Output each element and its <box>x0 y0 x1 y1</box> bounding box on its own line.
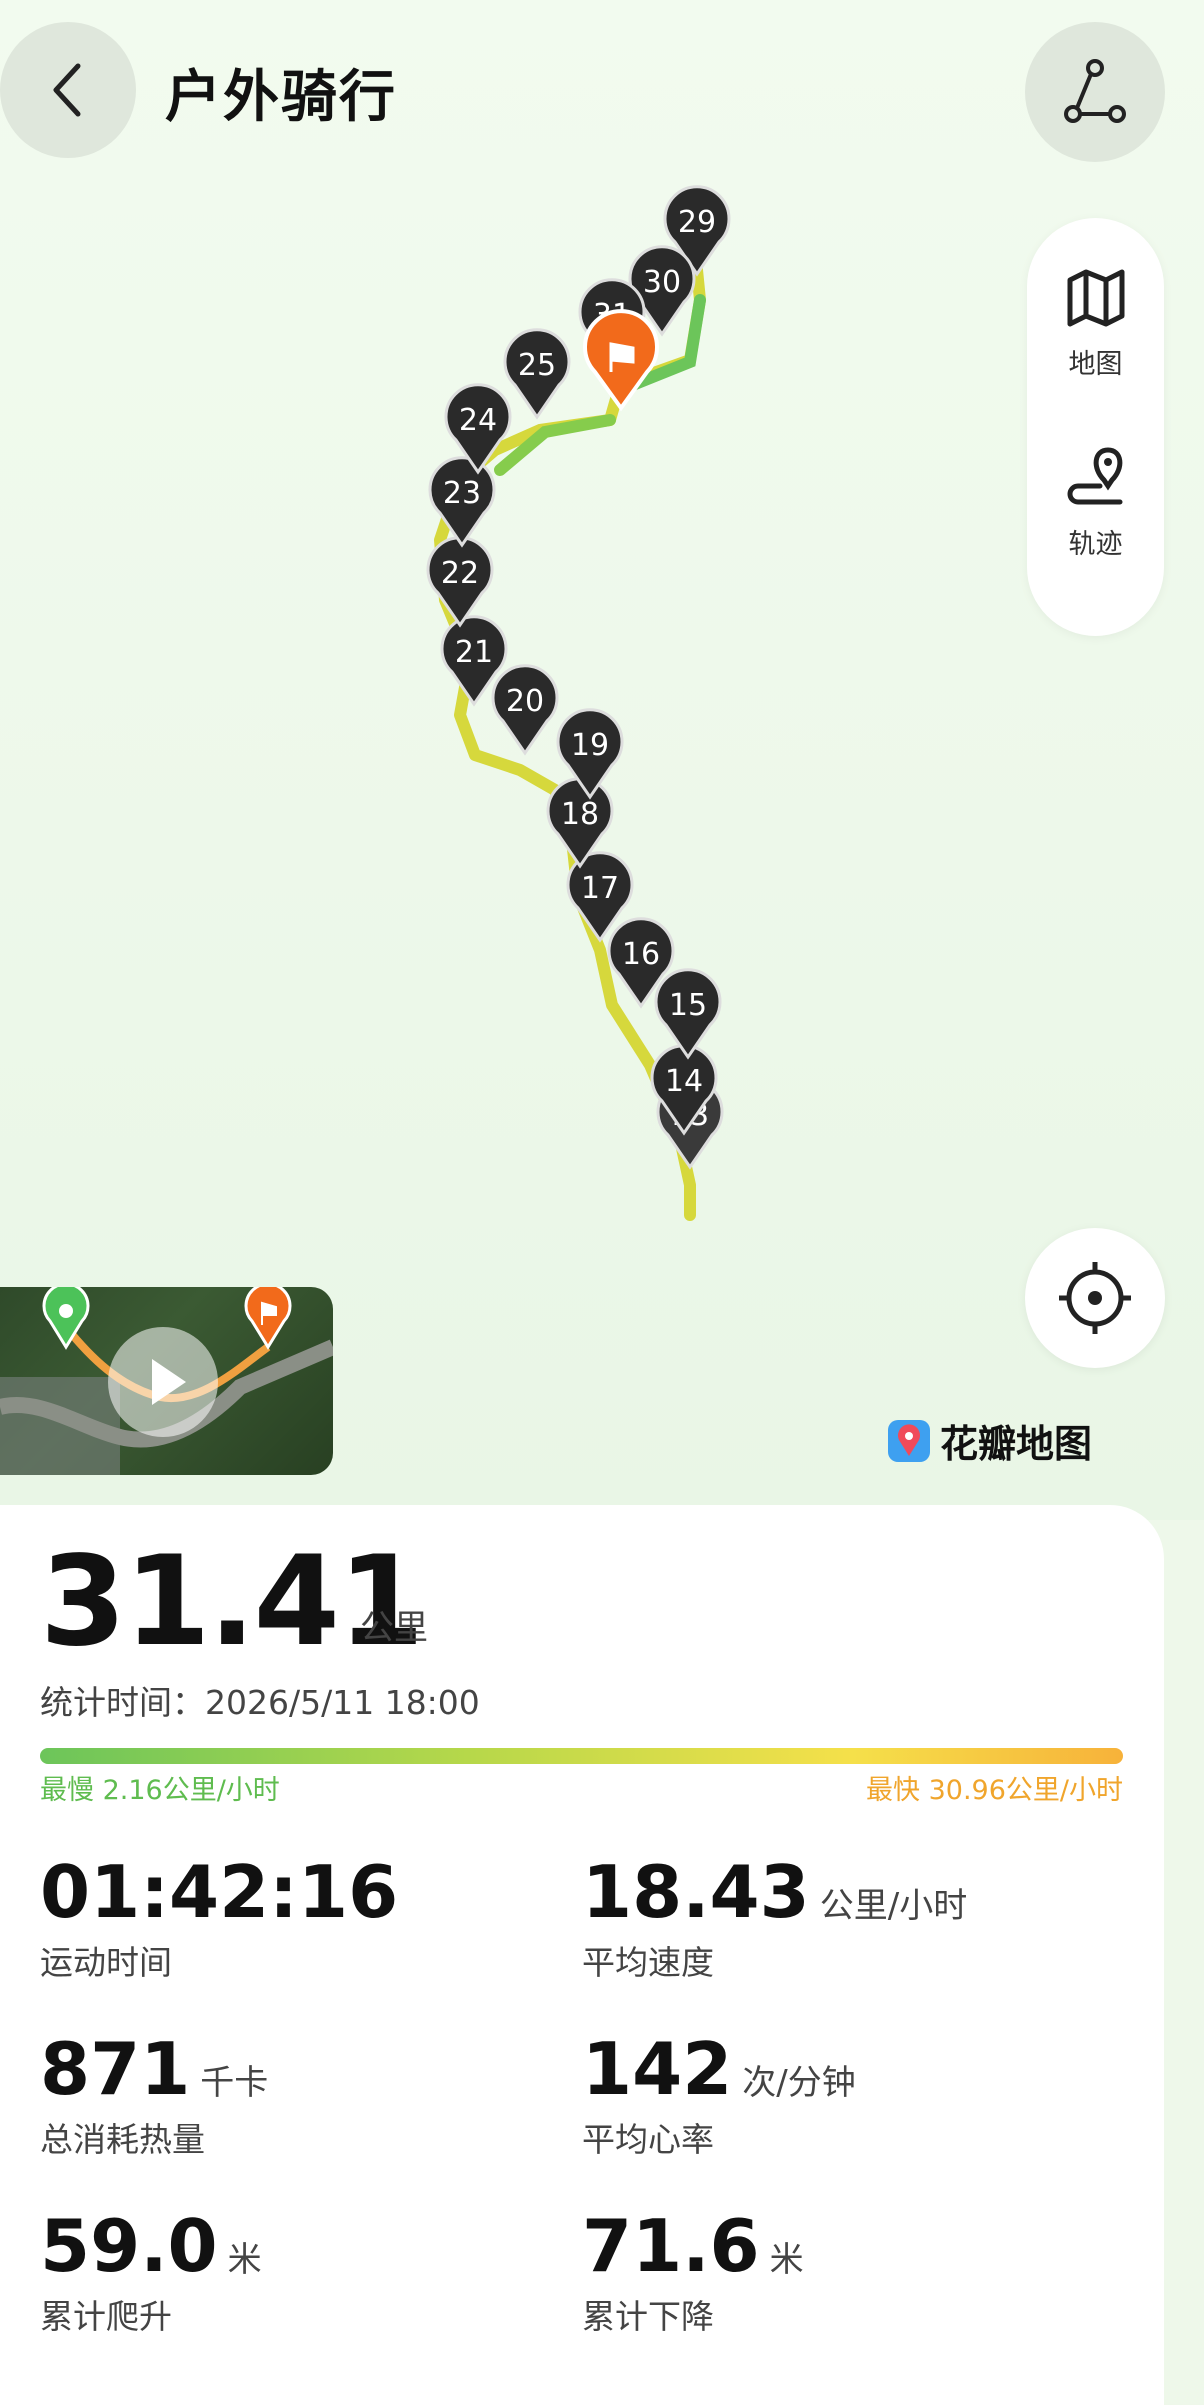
metric-descent: 71.6 米 累计下降 <box>582 2204 804 2338</box>
metric-label: 平均速度 <box>582 1943 714 1982</box>
svg-text:19: 19 <box>571 728 609 763</box>
metric-value: 59.0 <box>40 2204 218 2288</box>
svg-text:17: 17 <box>581 871 619 906</box>
play-icon <box>152 1359 186 1405</box>
svg-text:16: 16 <box>622 937 660 972</box>
end-flag-marker[interactable] <box>583 309 659 412</box>
km-marker[interactable]: 23 <box>428 456 496 548</box>
route-share-button[interactable] <box>1025 22 1165 162</box>
map-layer-button[interactable]: 地图 <box>1027 266 1164 381</box>
metric-label: 平均心率 <box>582 2120 714 2159</box>
track-label: 轨迹 <box>1068 529 1123 560</box>
crosshair-icon <box>1059 1262 1131 1334</box>
svg-text:23: 23 <box>443 476 481 511</box>
metric-value: 871 <box>40 2027 191 2111</box>
stat-time: 统计时间：2026/5/11 18:00 <box>40 1683 480 1722</box>
svg-text:20: 20 <box>506 684 544 719</box>
speed-gradient-bar <box>40 1748 1123 1764</box>
svg-text:29: 29 <box>678 205 716 240</box>
metric-unit: 次/分钟 <box>742 2063 856 2103</box>
svg-text:22: 22 <box>441 556 479 591</box>
track-button[interactable]: 轨迹 <box>1027 446 1164 561</box>
metric-unit: 米 <box>227 2240 262 2280</box>
slowest-speed: 最慢 2.16公里/小时 <box>40 1775 280 1806</box>
map-icon <box>1067 269 1124 327</box>
svg-text:18: 18 <box>561 797 599 832</box>
metric-ascent: 59.0 米 累计爬升 <box>40 2204 262 2338</box>
track-pin-icon <box>1067 447 1122 505</box>
play-button[interactable] <box>108 1327 218 1437</box>
km-marker[interactable]: 25 <box>503 328 571 420</box>
map-label: 地图 <box>1068 349 1123 380</box>
svg-text:15: 15 <box>669 988 707 1023</box>
metric-value: 71.6 <box>582 2204 760 2288</box>
svg-text:24: 24 <box>459 403 497 438</box>
km-marker[interactable]: 22 <box>426 536 494 628</box>
metric-label: 累计下降 <box>582 2297 714 2336</box>
metric-value: 18.43 <box>582 1850 810 1934</box>
svg-text:25: 25 <box>518 348 556 383</box>
map-side-panel: 地图 轨迹 <box>1027 218 1164 636</box>
svg-text:30: 30 <box>643 265 681 300</box>
metric-unit: 千卡 <box>200 2063 269 2103</box>
distance-unit: 公里 <box>360 1608 428 1648</box>
brand-name: 花瓣地图 <box>940 1422 1093 1466</box>
metric-duration: 01:42:16 运动时间 <box>40 1850 408 1984</box>
petal-maps-logo-icon <box>888 1419 930 1462</box>
end-flag-icon <box>244 1287 292 1350</box>
metric-value: 142 <box>582 2027 733 2111</box>
metric-unit: 米 <box>769 2240 804 2280</box>
replay-thumbnail[interactable] <box>0 1287 333 1475</box>
km-marker[interactable]: 20 <box>491 664 559 756</box>
metric-label: 运动时间 <box>40 1943 172 1982</box>
route-nodes-icon <box>1064 59 1126 123</box>
page-title: 户外骑行 <box>165 65 397 130</box>
metric-calories: 871 千卡 总消耗热量 <box>40 2027 268 2161</box>
metric-label: 累计爬升 <box>40 2297 172 2336</box>
map-provider-brand: 花瓣地图 <box>888 1413 1092 1468</box>
svg-text:14: 14 <box>665 1064 703 1099</box>
chevron-left-icon <box>53 63 81 117</box>
locate-button[interactable] <box>1025 1228 1165 1368</box>
metric-label: 总消耗热量 <box>40 2120 205 2159</box>
metric-value: 01:42:16 <box>40 1850 399 1934</box>
back-button[interactable] <box>0 22 136 158</box>
metric-avg-speed: 18.43 公里/小时 平均速度 <box>582 1850 967 1984</box>
metric-heart-rate: 142 次/分钟 平均心率 <box>582 2027 856 2161</box>
start-pin-icon <box>42 1287 90 1350</box>
metric-unit: 公里/小时 <box>819 1886 968 1926</box>
fastest-speed: 最快 30.96公里/小时 <box>866 1775 1123 1806</box>
svg-text:21: 21 <box>455 635 493 670</box>
km-marker[interactable]: 15 <box>654 968 722 1060</box>
